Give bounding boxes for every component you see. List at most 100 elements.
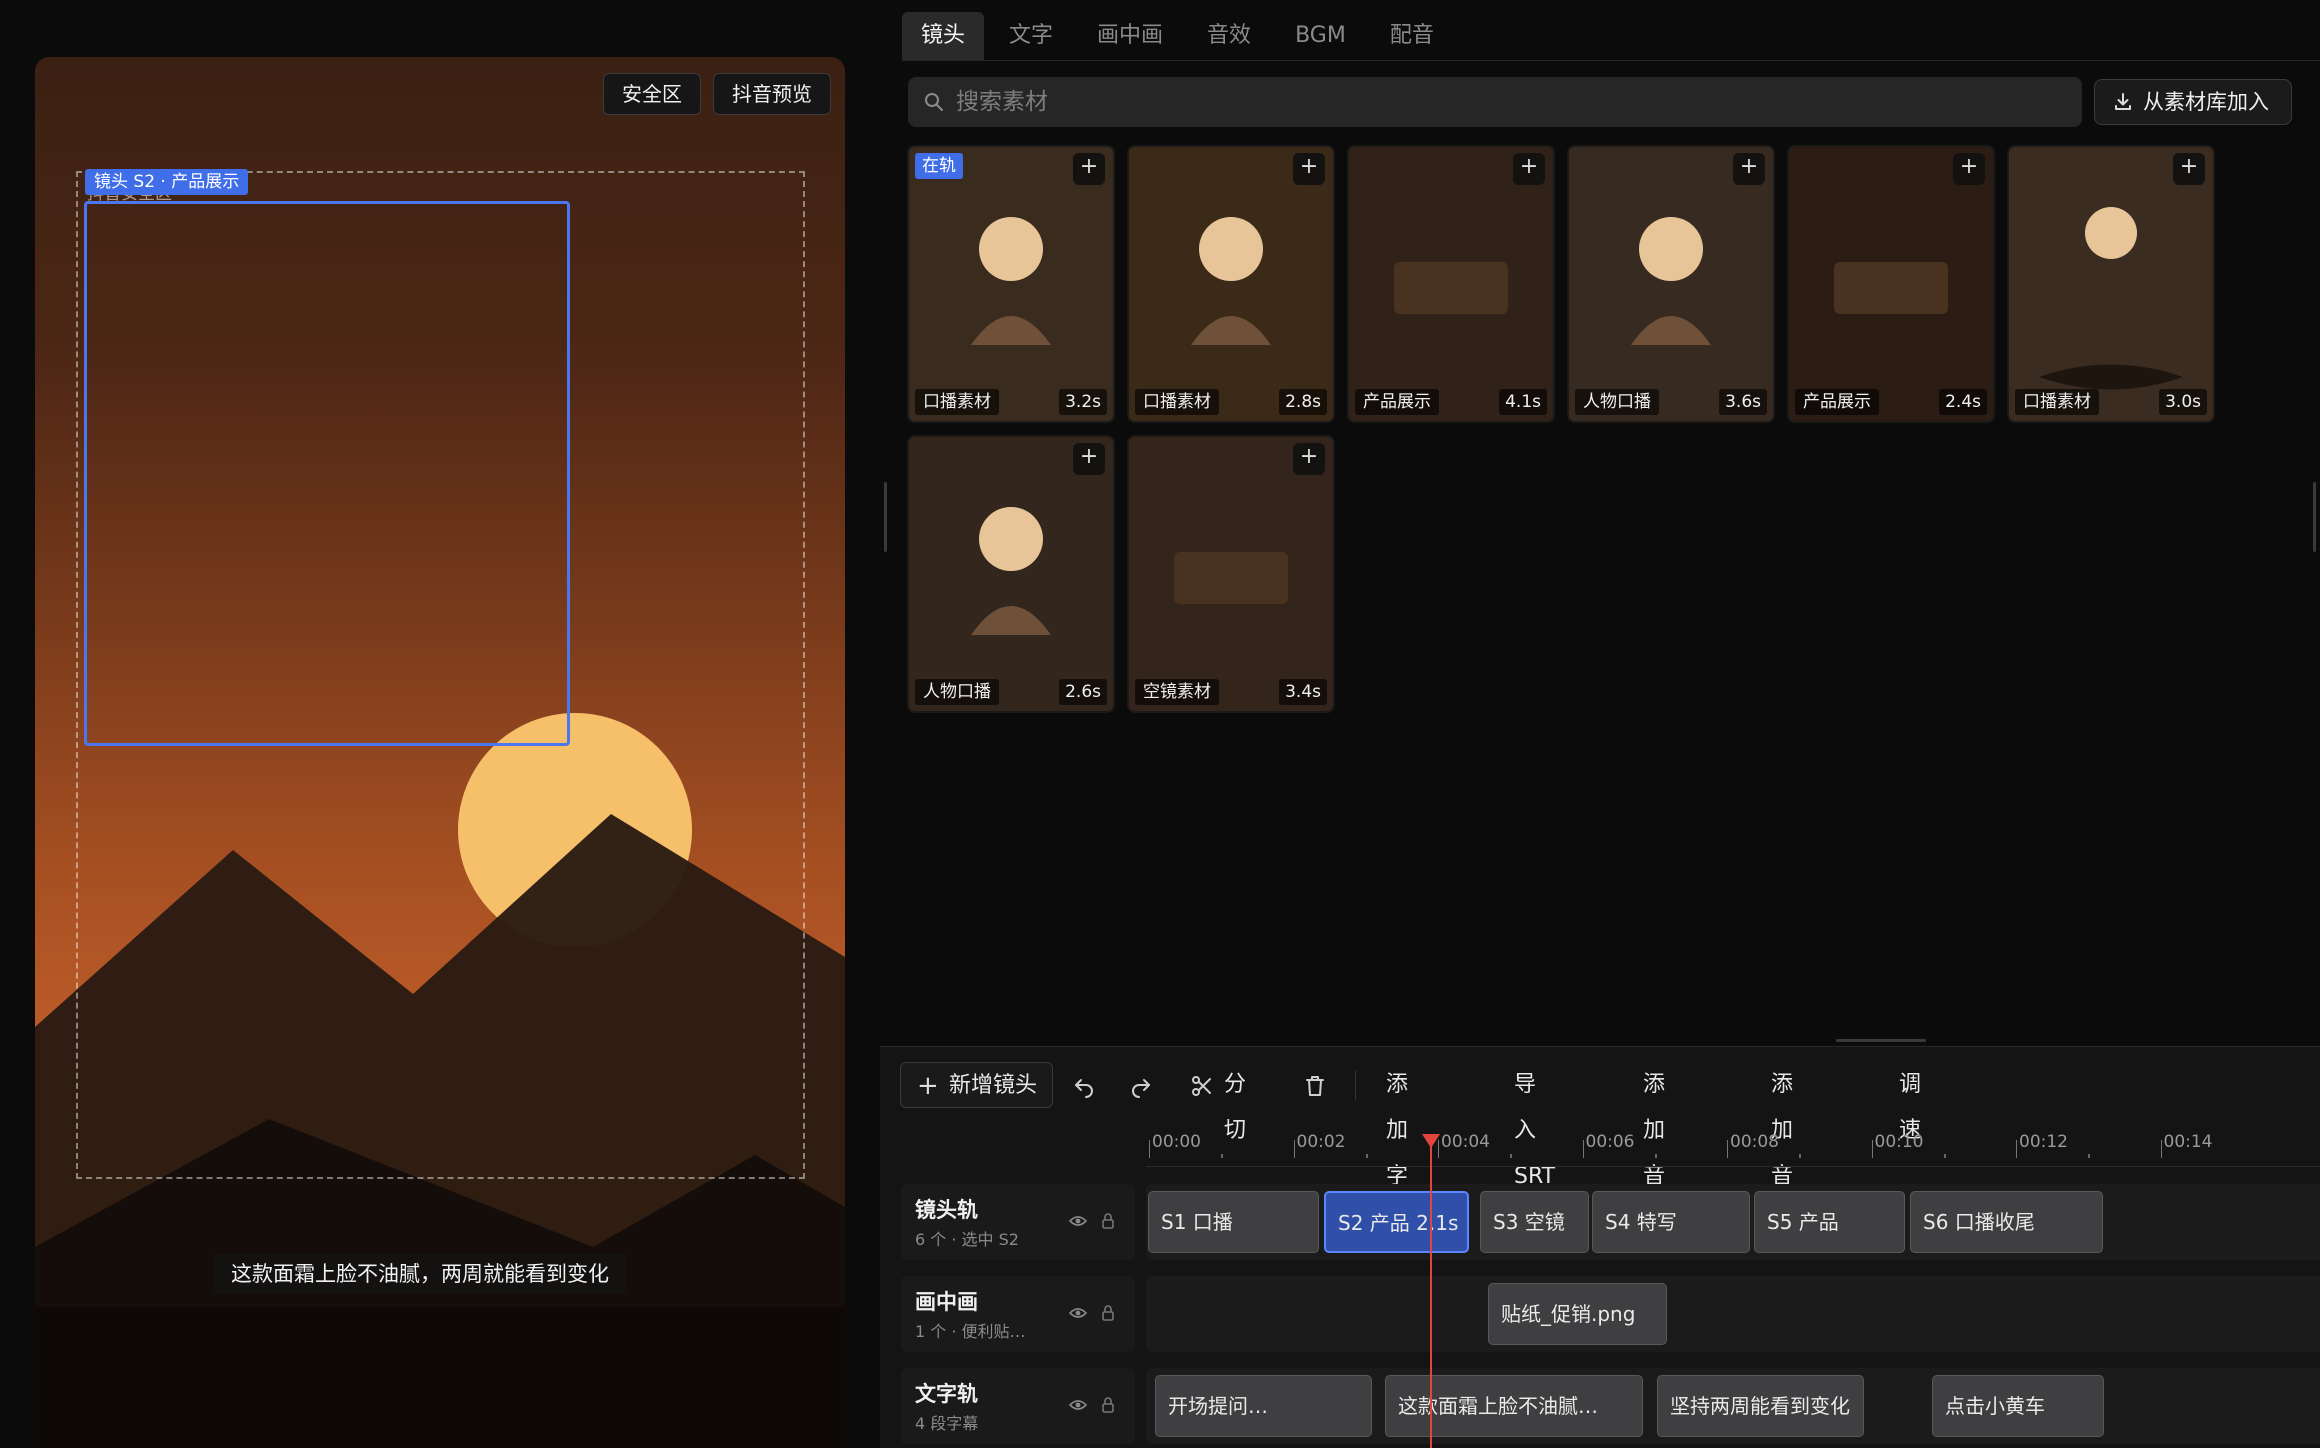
timeline-clip[interactable]: S3 空镜: [1480, 1191, 1589, 1253]
search-input[interactable]: [956, 77, 2056, 127]
ruler-minor-tick: [1221, 1154, 1224, 1158]
on-track-badge: 在轨: [915, 153, 963, 179]
timeline-clip[interactable]: 坚持两周能看到变化: [1657, 1375, 1864, 1437]
timeline-clip[interactable]: S4 特写: [1592, 1191, 1750, 1253]
tab-sfx[interactable]: 音效: [1188, 12, 1270, 60]
plus-icon: +: [917, 1071, 939, 1101]
add-asset-plus-icon[interactable]: +: [1073, 443, 1105, 475]
asset-card[interactable]: + 产品展示 2.4s: [1787, 145, 1995, 423]
visibility-eye-icon[interactable]: [1069, 1306, 1087, 1320]
search-icon: [925, 93, 943, 111]
add-subtitle-button[interactable]: 添加字幕: [1386, 1062, 1408, 1235]
thumb-body: [2039, 364, 2183, 390]
pip-track-header[interactable]: 画中画 1 个 · 便利贴…: [901, 1276, 1135, 1352]
track-summary: 4 段字幕: [915, 1414, 979, 1433]
asset-card[interactable]: + 产品展示 4.1s: [1347, 145, 1555, 423]
ruler-time-label: 00:06: [1585, 1132, 1635, 1152]
ruler-time-label: 00:12: [2019, 1132, 2068, 1152]
tab-bgm[interactable]: BGM: [1276, 12, 1365, 60]
timeline-clip[interactable]: 贴纸_促销.png: [1488, 1283, 1667, 1345]
panel-resize-handle-right[interactable]: [2313, 482, 2316, 552]
ruler-major-tick: [2016, 1140, 2017, 1158]
timeline-clip[interactable]: S1 口播: [1148, 1191, 1319, 1253]
playhead-handle[interactable]: [1422, 1134, 1440, 1148]
timeline-clip[interactable]: S2 产品 2.1s: [1324, 1191, 1469, 1253]
thumb-body: [971, 316, 1051, 345]
ruler-minor-tick: [1365, 1154, 1368, 1158]
asset-duration: 2.4s: [1939, 389, 1987, 415]
douyin-preview-button[interactable]: 抖音预览: [713, 73, 831, 115]
asset-name: 产品展示: [1355, 389, 1439, 415]
add-shot-button[interactable]: + 新增镜头: [900, 1062, 1053, 1108]
selected-shot-tag: 镜头 S2 · 产品展示: [85, 169, 249, 195]
ruler-major-tick: [1293, 1140, 1295, 1158]
track-name: 文字轨: [915, 1382, 978, 1406]
asset-name: 产品展示: [1795, 389, 1879, 415]
safe-zone-toggle-button[interactable]: 安全区: [603, 73, 701, 115]
download-icon: [2115, 93, 2131, 110]
thumb-head: [1199, 217, 1263, 281]
add-asset-plus-icon[interactable]: +: [1293, 153, 1325, 185]
ruler-time-label: 00:14: [2163, 1132, 2213, 1152]
undo-icon[interactable]: [1072, 1074, 1096, 1098]
add-asset-plus-icon[interactable]: +: [1293, 443, 1325, 475]
timeline-clip[interactable]: S6 口播收尾: [1910, 1191, 2103, 1253]
panel-resize-handle-left[interactable]: [884, 482, 887, 552]
tab-voiceover[interactable]: 配音: [1371, 12, 1453, 60]
ruler-divider: [1146, 1166, 2320, 1167]
timeline-clip[interactable]: S5 产品: [1754, 1191, 1905, 1253]
asset-duration: 3.6s: [1719, 389, 1767, 415]
add-sfx-button[interactable]: 添加音效: [1771, 1062, 1793, 1235]
split-button[interactable]: 分切: [1224, 1062, 1246, 1143]
tab-shots[interactable]: 镜头: [902, 12, 985, 60]
speed-button[interactable]: 调速: [1899, 1062, 1921, 1143]
lock-icon[interactable]: [1101, 1212, 1115, 1230]
lock-icon[interactable]: [1101, 1396, 1115, 1414]
asset-thumbnail: [2039, 207, 2183, 390]
timeline-clip[interactable]: 这款面霜上脸不油腻…: [1385, 1375, 1643, 1437]
asset-card[interactable]: + 口播素材 3.0s: [2007, 145, 2215, 423]
add-asset-plus-icon[interactable]: +: [1513, 153, 1545, 185]
asset-card[interactable]: + 空镜素材 3.4s: [1127, 435, 1335, 713]
thumb-product: [1174, 552, 1288, 604]
asset-card[interactable]: 在轨 + 口播素材 3.2s: [907, 145, 1115, 423]
timeline-clip[interactable]: 开场提问…: [1155, 1375, 1372, 1437]
add-asset-plus-icon[interactable]: +: [1073, 153, 1105, 185]
lock-icon[interactable]: [1101, 1304, 1115, 1322]
tabs-divider: [902, 60, 2320, 61]
subtitle-overlay[interactable]: 这款面霜上脸不油腻，两周就能看到变化: [213, 1254, 627, 1294]
ruler-time-label: 00:04: [1441, 1132, 1490, 1152]
thumb-head: [979, 507, 1043, 571]
text-track-header[interactable]: 文字轨 4 段字幕: [901, 1368, 1135, 1444]
asset-card[interactable]: + 人物口播 3.6s: [1567, 145, 1775, 423]
asset-card[interactable]: + 口播素材 2.8s: [1127, 145, 1335, 423]
asset-name: 口播素材: [1135, 389, 1219, 415]
trash-icon[interactable]: [1304, 1074, 1326, 1098]
timeline-resize-handle[interactable]: [1836, 1039, 1926, 1042]
shot-track-header[interactable]: 镜头轨 6 个 · 选中 S2: [901, 1184, 1135, 1260]
tab-pip[interactable]: 画中画: [1078, 12, 1182, 60]
ground-shade: [35, 1307, 845, 1448]
timeline-ruler[interactable]: 00:00 00:02 00:04 00:06 00:08 00:10 00:12 00:14: [1146, 1132, 2320, 1162]
asset-name: 人物口播: [1575, 389, 1659, 415]
pip-track-lane[interactable]: [1146, 1276, 2320, 1352]
asset-duration: 2.8s: [1279, 389, 1327, 415]
tab-text[interactable]: 文字: [990, 12, 1072, 60]
add-asset-plus-icon[interactable]: +: [1733, 153, 1765, 185]
visibility-eye-icon[interactable]: [1069, 1214, 1087, 1228]
playhead[interactable]: [1430, 1136, 1432, 1448]
add-asset-plus-icon[interactable]: +: [1953, 153, 1985, 185]
visibility-eye-icon[interactable]: [1069, 1398, 1087, 1412]
timeline-clip[interactable]: 点击小黄车: [1932, 1375, 2104, 1437]
asset-name: 口播素材: [915, 389, 999, 415]
import-srt-button[interactable]: 导入 SRT: [1514, 1062, 1555, 1189]
add-from-library-button[interactable]: 从素材库加入: [2094, 79, 2292, 125]
thumb-body: [1631, 316, 1711, 345]
add-asset-plus-icon[interactable]: +: [2173, 153, 2205, 185]
selected-shot-bounding-box[interactable]: [84, 201, 570, 746]
redo-icon[interactable]: [1129, 1074, 1153, 1098]
asset-card[interactable]: + 人物口播 2.6s: [907, 435, 1115, 713]
asset-thumbnail: [1631, 217, 1711, 345]
add-audio-button[interactable]: 添加音频: [1643, 1062, 1665, 1235]
video-preview-canvas[interactable]: 抖音安全区 镜头 S2 · 产品展示 安全区 抖音预览 这款面霜上脸不油腻，两周…: [35, 57, 845, 1448]
